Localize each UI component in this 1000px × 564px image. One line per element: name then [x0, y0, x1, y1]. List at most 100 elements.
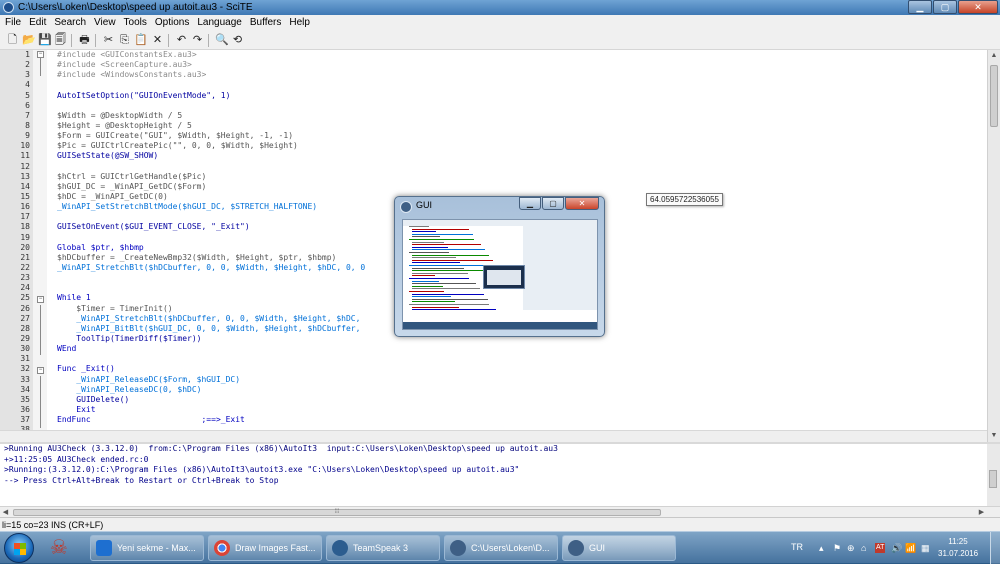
- cut-icon[interactable]: ✂: [102, 34, 115, 47]
- scroll-down-icon[interactable]: ▼: [988, 430, 1000, 442]
- gui-close-button[interactable]: ✕: [565, 197, 599, 210]
- gui-maximize-button[interactable]: ▢: [542, 197, 564, 210]
- open-folder-icon[interactable]: 📂: [22, 34, 36, 47]
- scroll-thumb[interactable]: [989, 470, 997, 488]
- gui-window[interactable]: GUI ▁ ▢ ✕: [394, 196, 605, 337]
- save-icon[interactable]: 💾: [38, 34, 52, 47]
- skull-app-icon[interactable]: ☠: [46, 536, 72, 560]
- code-line[interactable]: 10 $Pic = GUICtrlCreatePic("", 0, 0, $Wid…: [0, 141, 987, 151]
- code-line[interactable]: 3 #include <WindowsConstants.au3>: [0, 70, 987, 80]
- menu-view[interactable]: View: [90, 15, 120, 31]
- tray-app-icon[interactable]: ⌂: [861, 543, 866, 553]
- code-line[interactable]: 14 $hGUI_DC = _WinAPI_GetDC($Form): [0, 182, 987, 192]
- undo-icon[interactable]: ↶: [175, 34, 188, 47]
- code-line[interactable]: 11 GUISetState(@SW_SHOW): [0, 151, 987, 161]
- output-vertical-scrollbar[interactable]: [987, 444, 1000, 506]
- task-teamspeak[interactable]: TeamSpeak 3: [326, 535, 440, 561]
- task-label: TeamSpeak 3: [353, 543, 409, 553]
- clock[interactable]: 11:25 31.07.2016: [938, 536, 978, 560]
- code-line[interactable]: 7 $Width = @DesktopWidth / 5: [0, 111, 987, 121]
- menu-help[interactable]: Help: [285, 15, 314, 31]
- save-as-icon[interactable]: 🗐: [54, 34, 67, 47]
- toolbar: 🗋 📂 💾 🗐 🖶 ✂ ⎘ 📋 ✕ ↶ ↷ 🔍 ⟲: [0, 31, 1000, 50]
- code-line[interactable]: 13 $hCtrl = GUICtrlGetHandle($Pic): [0, 172, 987, 182]
- show-hidden-icons-icon[interactable]: ▴: [819, 543, 824, 553]
- output-horizontal-scrollbar[interactable]: ◀ ⁞⁞⁞ ▶: [0, 506, 1000, 517]
- delete-icon[interactable]: ✕: [151, 34, 164, 47]
- code-text: While 1: [57, 293, 91, 303]
- language-indicator[interactable]: TR: [791, 542, 803, 552]
- line-number: 2: [25, 60, 30, 70]
- replace-icon[interactable]: ⟲: [231, 34, 244, 47]
- new-file-icon[interactable]: 🗋: [6, 34, 19, 47]
- scroll-thumb[interactable]: ⁞⁞⁞: [13, 509, 661, 516]
- code-line[interactable]: 4: [0, 80, 987, 90]
- code-line[interactable]: 2 #include <ScreenCapture.au3>: [0, 60, 987, 70]
- network-share-icon[interactable]: ⊕: [847, 543, 855, 553]
- line-number: 36: [20, 404, 30, 414]
- maximize-button[interactable]: ▢: [933, 0, 957, 14]
- code-line[interactable]: 32 Func _Exit(): [0, 364, 987, 374]
- gui-minimize-button[interactable]: ▁: [519, 197, 541, 210]
- find-icon[interactable]: 🔍: [215, 34, 229, 47]
- action-center-icon[interactable]: ⚑: [833, 543, 841, 553]
- task-label: Draw Images Fast...: [235, 543, 316, 553]
- menu-options[interactable]: Options: [151, 15, 193, 31]
- code-line[interactable]: 12: [0, 162, 987, 172]
- menu-language[interactable]: Language: [193, 15, 246, 31]
- task-scite[interactable]: C:\Users\Loken\D...: [444, 535, 558, 561]
- mini-code-line: [412, 298, 488, 300]
- code-line[interactable]: 33 _WinAPI_ReleaseDC($Form, $hGUI_DC): [0, 375, 987, 385]
- mini-code-line: [412, 301, 455, 303]
- output-pane[interactable]: >Running AU3Check (3.3.12.0) from:C:\Pro…: [0, 444, 987, 506]
- menu-file[interactable]: File: [0, 15, 25, 31]
- task-maxthon[interactable]: Yeni sekme - Max...: [90, 535, 204, 561]
- paste-icon[interactable]: 📋: [134, 34, 148, 47]
- editor-vertical-scrollbar[interactable]: ▲ ▼: [987, 50, 1000, 442]
- minimize-button[interactable]: ▁: [908, 0, 932, 14]
- menu-tools[interactable]: Tools: [120, 15, 151, 31]
- antivirus-icon[interactable]: AT: [875, 543, 886, 553]
- code-text: $hCtrl = GUICtrlGetHandle($Pic): [57, 171, 207, 181]
- code-text: GUISetOnEvent($GUI_EVENT_CLOSE, "_Exit"): [57, 222, 250, 232]
- mini-code-line: [412, 296, 451, 298]
- code-line[interactable]: 31: [0, 354, 987, 364]
- scroll-thumb[interactable]: [990, 65, 998, 127]
- scroll-up-icon[interactable]: ▲: [988, 50, 1000, 62]
- menu-buffers[interactable]: Buffers: [246, 15, 286, 31]
- mini-code-line: [412, 233, 473, 235]
- close-button[interactable]: ✕: [958, 0, 998, 14]
- code-line[interactable]: 30 WEnd: [0, 344, 987, 354]
- code-line[interactable]: 35 GUIDelete(): [0, 395, 987, 405]
- volume-icon[interactable]: 🔊: [891, 543, 902, 553]
- show-desktop-button[interactable]: [990, 532, 1000, 564]
- task-gui[interactable]: GUI: [562, 535, 676, 561]
- line-number: 32: [20, 364, 30, 374]
- scite-app-icon[interactable]: [3, 2, 14, 13]
- signal-icon[interactable]: 📶: [905, 543, 916, 553]
- mini-code-line: [412, 246, 448, 248]
- code-line[interactable]: 9 $Form = GUICreate("GUI", $Width, $Heigh…: [0, 131, 987, 141]
- code-text: GUISetState(@SW_SHOW): [57, 151, 159, 161]
- code-line[interactable]: 1 #include <GUIConstantsEx.au3>: [0, 50, 987, 60]
- tray-grid-icon[interactable]: ▦: [921, 543, 930, 553]
- copy-icon[interactable]: ⎘: [118, 34, 131, 47]
- menu-search[interactable]: Search: [50, 15, 90, 31]
- code-line[interactable]: 6: [0, 101, 987, 111]
- code-line[interactable]: 36 Exit: [0, 405, 987, 415]
- code-line[interactable]: 8 $Height = @DesktopHeight / 5: [0, 121, 987, 131]
- mini-code-line: [412, 231, 436, 233]
- toolbar-separator: [95, 34, 96, 47]
- task-chrome[interactable]: Draw Images Fast...: [208, 535, 322, 561]
- code-line[interactable]: 34 _WinAPI_ReleaseDC(0, $hDC): [0, 385, 987, 395]
- redo-icon[interactable]: ↷: [191, 34, 204, 47]
- title-bar[interactable]: C:\Users\Loken\Desktop\speed up autoit.a…: [0, 0, 1000, 15]
- code-line[interactable]: 5 AutoItSetOption("GUIOnEventMode", 1): [0, 91, 987, 101]
- mini-code-line: [409, 304, 489, 305]
- output-line: +>11:25:05 AU3Check ended.rc:0: [4, 454, 149, 464]
- menu-edit[interactable]: Edit: [25, 15, 50, 31]
- print-icon[interactable]: 🖶: [78, 34, 91, 47]
- code-text: GUIDelete(): [57, 394, 130, 404]
- start-button[interactable]: [4, 533, 34, 563]
- code-line[interactable]: 37 EndFunc ;==>_Exit: [0, 415, 987, 425]
